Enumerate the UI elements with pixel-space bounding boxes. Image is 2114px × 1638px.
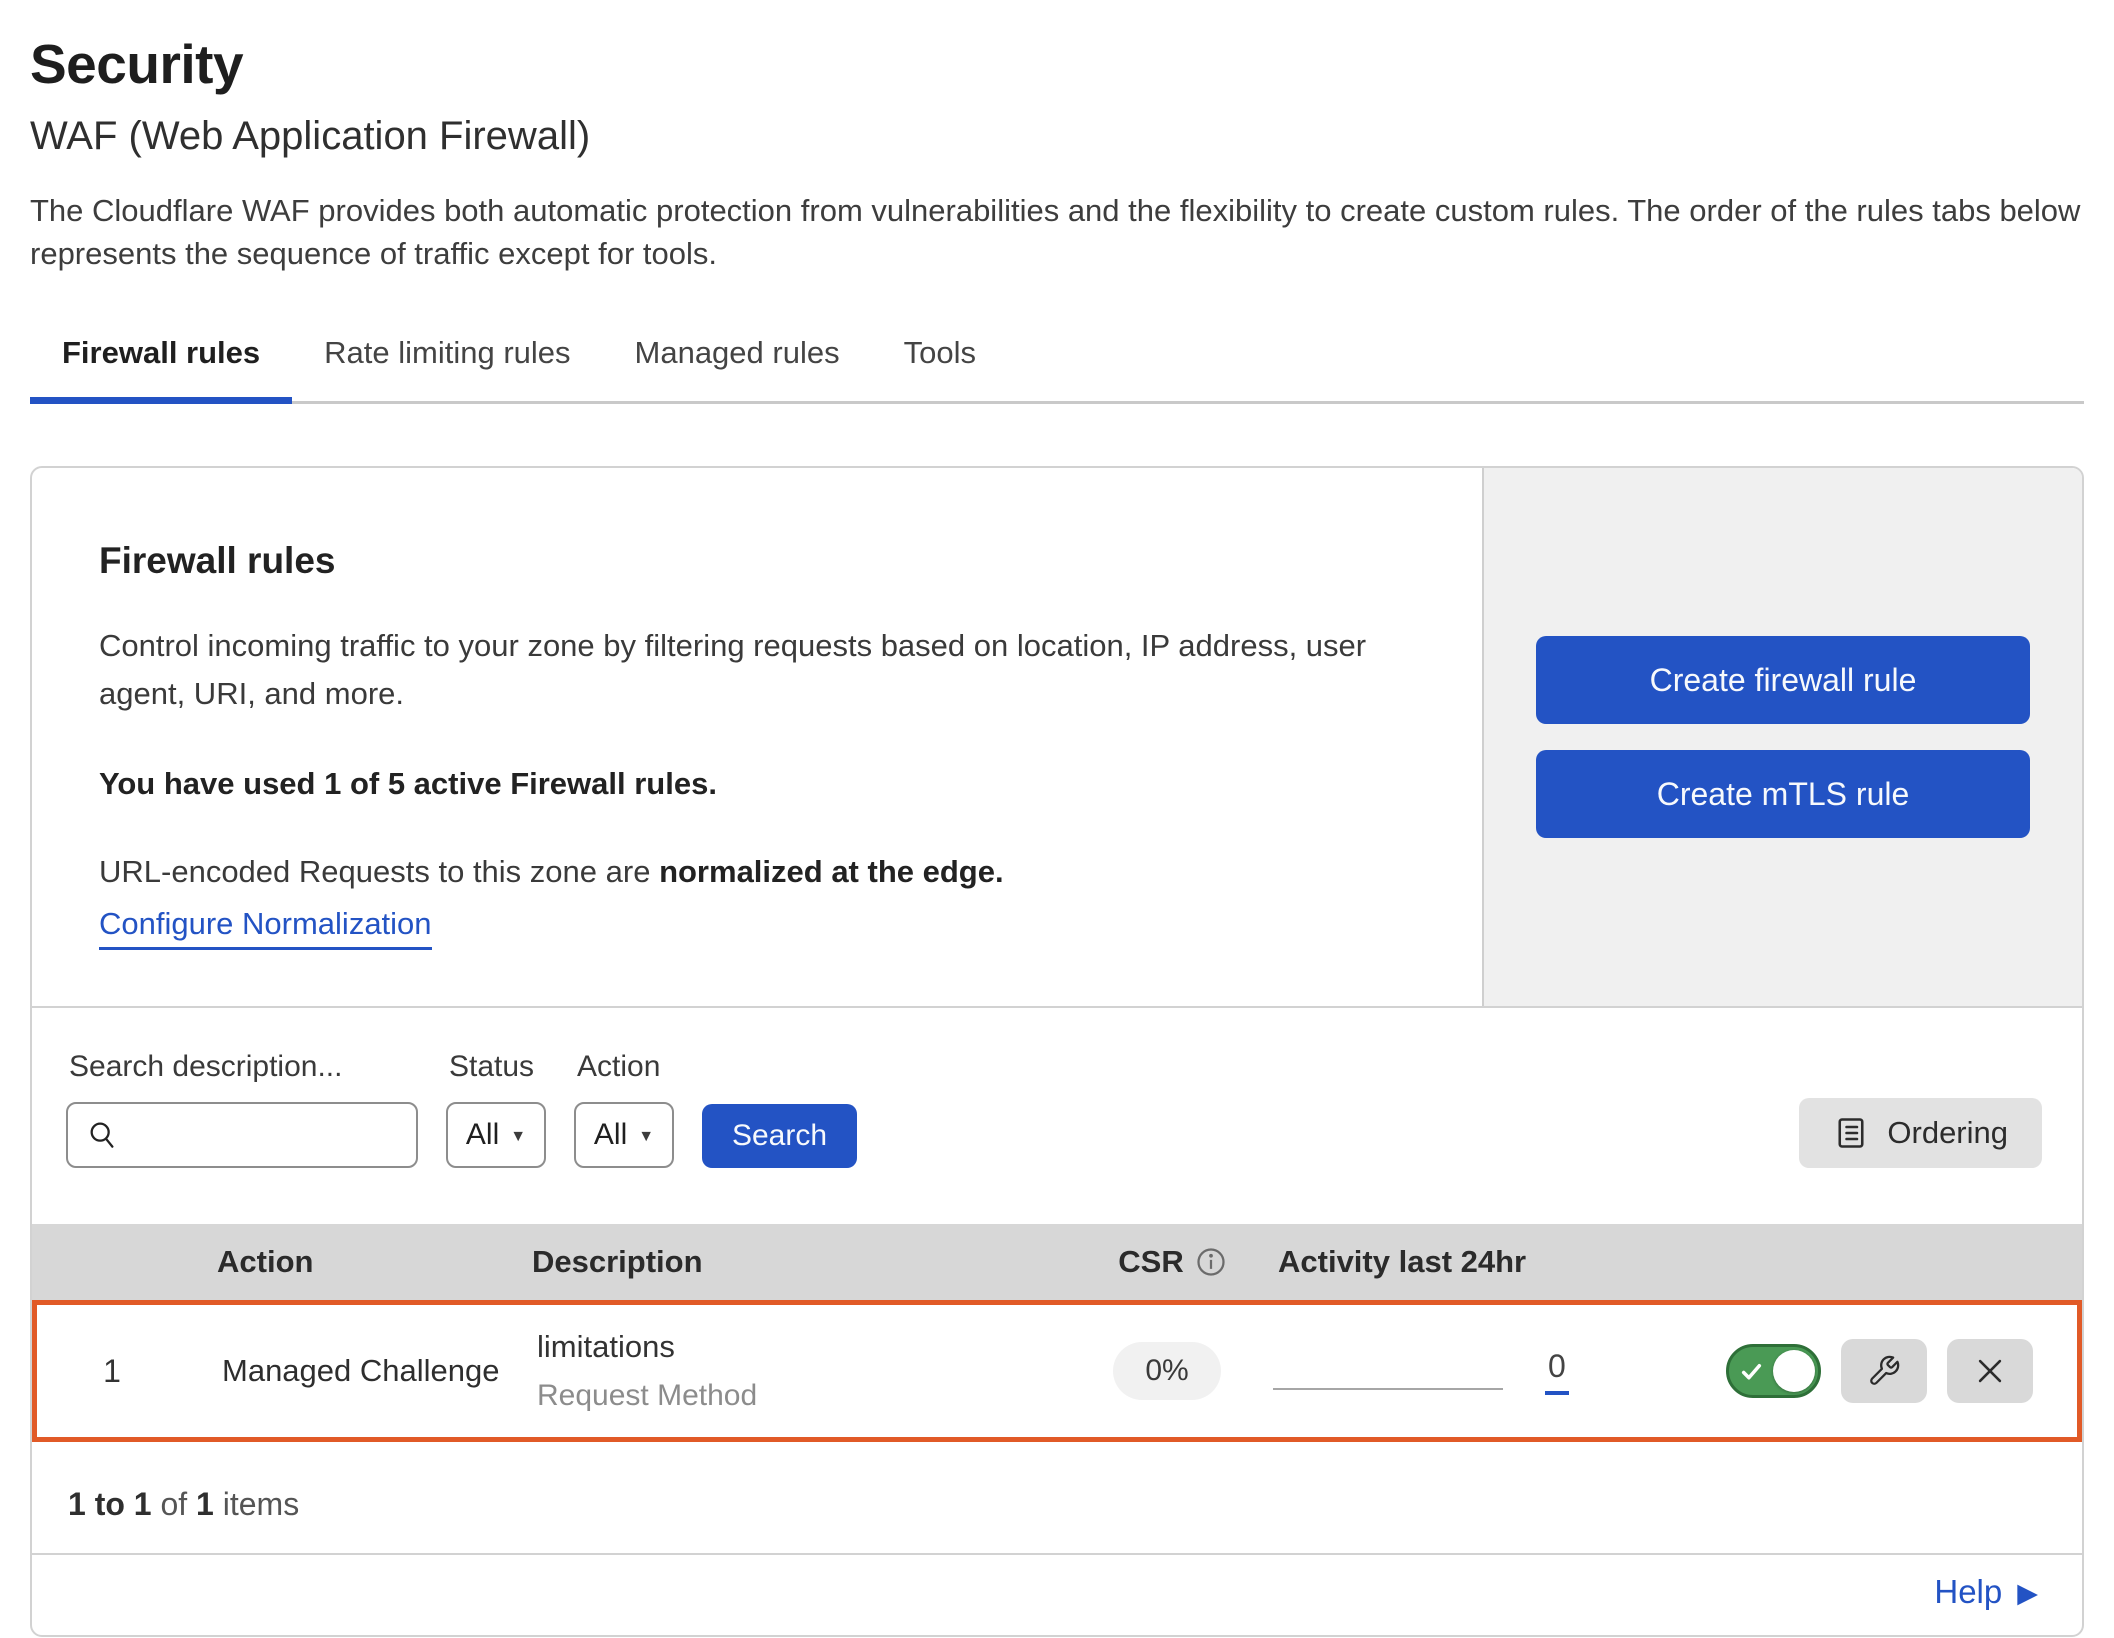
- chevron-down-icon: ▼: [510, 1129, 526, 1145]
- configure-normalization-link[interactable]: Configure Normalization: [99, 906, 432, 950]
- tab-rate-limiting-rules[interactable]: Rate limiting rules: [292, 321, 602, 401]
- usage-summary: You have used 1 of 5 active Firewall rul…: [99, 766, 1412, 802]
- firewall-rules-card: Firewall rules Control incoming traffic …: [30, 466, 2084, 1637]
- normalization-note: URL-encoded Requests to this zone are no…: [99, 854, 1412, 890]
- delete-rule-button[interactable]: [1947, 1339, 2033, 1403]
- rule-csr-cell: 0%: [1067, 1342, 1267, 1400]
- page-subtitle: WAF (Web Application Firewall): [30, 114, 2084, 159]
- close-icon: [1973, 1354, 2007, 1388]
- firewall-rule-row[interactable]: 1 Managed Challenge limitations Request …: [32, 1300, 2082, 1442]
- card-footer: Help ▶: [32, 1553, 2082, 1635]
- action-select[interactable]: All ▼: [574, 1102, 674, 1168]
- pagination-range: 1 to 1: [68, 1486, 152, 1522]
- create-firewall-rule-button[interactable]: Create firewall rule: [1536, 636, 2030, 724]
- tab-firewall-rules[interactable]: Firewall rules: [30, 321, 292, 401]
- help-link[interactable]: Help ▶: [1934, 1573, 2038, 1611]
- ordering-list-icon: [1833, 1115, 1869, 1151]
- page-title: Security: [30, 32, 2084, 96]
- search-field-group: Search description...: [66, 1050, 418, 1168]
- header-csr: CSR: [1072, 1244, 1272, 1280]
- activity-sparkline: [1273, 1388, 1503, 1390]
- csr-badge: 0%: [1113, 1342, 1220, 1400]
- help-link-label: Help: [1934, 1573, 2002, 1611]
- card-description: Control incoming traffic to your zone by…: [99, 622, 1379, 718]
- ordering-button-label: Ordering: [1887, 1115, 2008, 1151]
- page-description: The Cloudflare WAF provides both automat…: [30, 189, 2084, 275]
- header-action: Action: [182, 1244, 512, 1280]
- status-selected-value: All: [466, 1118, 499, 1152]
- pagination-items: items: [223, 1486, 299, 1522]
- rule-priority: 1: [37, 1353, 187, 1390]
- header-csr-label: CSR: [1118, 1244, 1183, 1280]
- firewall-rules-overview: Firewall rules Control incoming traffic …: [32, 468, 2082, 1008]
- rule-activity-cell: 0: [1267, 1348, 1727, 1395]
- action-field-group: Action All ▼: [574, 1050, 674, 1168]
- pagination-of: of: [160, 1486, 187, 1522]
- rule-description: limitations: [537, 1329, 1067, 1365]
- rules-tab-bar: Firewall rules Rate limiting rules Manag…: [30, 321, 2084, 404]
- search-label: Search description...: [69, 1050, 418, 1084]
- card-heading: Firewall rules: [99, 540, 1412, 582]
- filter-toolbar: Search description... Status All ▼: [32, 1008, 2082, 1224]
- action-label: Action: [577, 1050, 674, 1084]
- card-actions-panel: Create firewall rule Create mTLS rule: [1482, 468, 2082, 1006]
- rule-expression: Request Method: [537, 1379, 1067, 1413]
- toggle-knob: [1773, 1350, 1815, 1392]
- info-icon[interactable]: [1196, 1247, 1226, 1277]
- status-select[interactable]: All ▼: [446, 1102, 546, 1168]
- search-input-box[interactable]: [66, 1102, 418, 1168]
- normalization-prefix: URL-encoded Requests to this zone are: [99, 854, 650, 889]
- status-field-group: Status All ▼: [446, 1050, 546, 1168]
- table-header-row: Action Description CSR Activity last 24h…: [32, 1224, 2082, 1300]
- check-icon: [1739, 1359, 1764, 1384]
- pagination-summary: 1 to 1 of 1 items: [32, 1442, 2082, 1553]
- pagination-total: 1: [196, 1486, 214, 1522]
- action-selected-value: All: [594, 1118, 627, 1152]
- security-waf-page: Security WAF (Web Application Firewall) …: [0, 0, 2114, 1637]
- firewall-rules-info: Firewall rules Control incoming traffic …: [32, 468, 1482, 1006]
- wrench-icon: [1867, 1354, 1901, 1388]
- header-activity: Activity last 24hr: [1272, 1244, 1732, 1280]
- ordering-button[interactable]: Ordering: [1799, 1098, 2042, 1168]
- tab-tools[interactable]: Tools: [872, 321, 1008, 401]
- search-button[interactable]: Search: [702, 1104, 857, 1168]
- rule-action: Managed Challenge: [187, 1353, 517, 1389]
- header-description: Description: [512, 1244, 1072, 1280]
- help-arrow-icon: ▶: [2017, 1580, 2038, 1607]
- status-label: Status: [449, 1050, 546, 1084]
- activity-count-link[interactable]: 0: [1545, 1348, 1569, 1395]
- chevron-down-icon: ▼: [638, 1129, 654, 1145]
- rule-controls: [1727, 1339, 2077, 1403]
- rule-description-cell: limitations Request Method: [517, 1329, 1067, 1413]
- search-icon: [86, 1118, 120, 1152]
- tab-managed-rules[interactable]: Managed rules: [603, 321, 872, 401]
- rule-enabled-toggle[interactable]: [1726, 1344, 1821, 1398]
- edit-rule-button[interactable]: [1841, 1339, 1927, 1403]
- normalization-bold: normalized at the edge.: [659, 854, 1004, 889]
- search-input[interactable]: [134, 1117, 398, 1153]
- create-mtls-rule-button[interactable]: Create mTLS rule: [1536, 750, 2030, 838]
